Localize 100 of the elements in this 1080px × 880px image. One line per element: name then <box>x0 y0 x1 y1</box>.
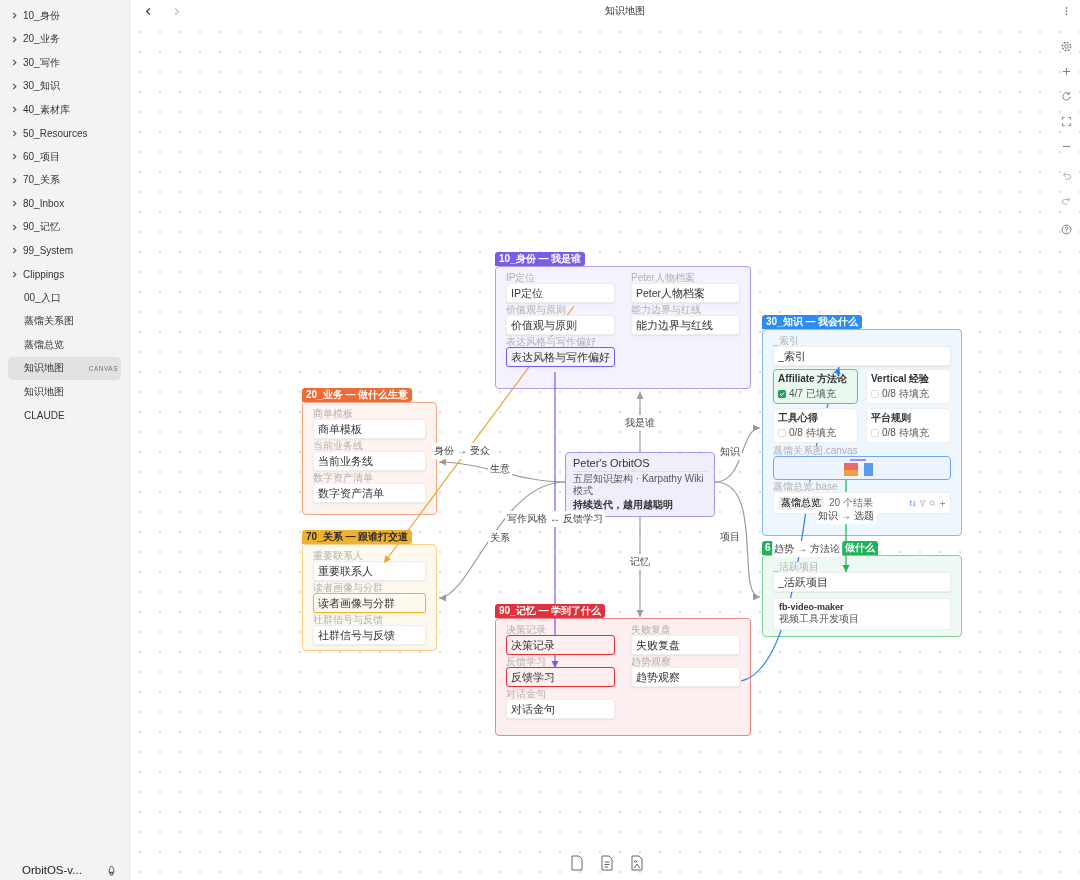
file-tree-item[interactable]: 00_入口 <box>8 286 121 310</box>
note-card[interactable]: 表达风格与写作偏好 <box>506 347 615 367</box>
refresh-icon[interactable] <box>1061 91 1072 102</box>
edge-label: 知识 <box>718 444 742 460</box>
note-card[interactable]: 失败复盘 <box>631 635 740 655</box>
redo-icon[interactable] <box>1061 195 1072 206</box>
file-tree-item[interactable]: 30_知识 <box>8 74 121 98</box>
file-tree-item[interactable]: 知识地图 <box>8 380 121 404</box>
note-label: 重要联系人 <box>313 551 363 561</box>
note-label: 商单模板 <box>313 409 353 419</box>
chevron-right-icon <box>11 12 18 20</box>
zoom-in-icon[interactable] <box>1061 66 1072 77</box>
progress-card[interactable]: 工具心得 0/8 待填充 <box>773 408 858 443</box>
view-title: 知识地图 <box>604 4 645 18</box>
note-card[interactable]: _活跃项目 <box>773 572 951 592</box>
file-tree-item[interactable]: 70_关系 <box>8 168 121 192</box>
edge-label: 写作风格 ↔ 反馈学习 <box>505 511 605 527</box>
group-label[interactable]: 70_关系 — 跟谁打交道 <box>302 530 413 544</box>
edge-label: 记忆 <box>628 554 652 570</box>
plus-icon[interactable] <box>939 499 946 507</box>
note-label: IP定位 <box>506 273 536 283</box>
note-card[interactable]: 读者画像与分群 <box>313 593 426 613</box>
note-card[interactable]: _索引 <box>773 346 951 366</box>
note-label: 价值观与原则 <box>506 305 566 315</box>
note-label: 失败复盘 <box>631 625 671 635</box>
vault-name[interactable]: OrbitOS-v... <box>22 864 82 876</box>
edge-label: 项目 <box>718 529 742 545</box>
progress-card[interactable]: Affiliate 方法论 4/7 已填充 <box>773 369 858 404</box>
chevron-right-icon <box>11 270 18 278</box>
edge-label: 知识 → 选题 <box>816 508 876 524</box>
file-tree-item[interactable]: Clippings <box>8 262 121 286</box>
note-label: 社群信号与反馈 <box>313 615 383 625</box>
note-card[interactable]: 社群信号与反馈 <box>313 625 426 645</box>
file-tree-item[interactable]: 蒸馏总览 <box>8 333 121 357</box>
image-file-icon[interactable] <box>630 855 644 871</box>
chevron-right-icon <box>11 223 18 231</box>
file-tree-item[interactable]: 50_Resources <box>8 121 121 145</box>
note-card[interactable]: 价值观与原则 <box>506 315 615 335</box>
fullscreen-icon[interactable] <box>1061 116 1072 127</box>
group-label[interactable]: 10_身份 — 我是谁 <box>495 252 586 266</box>
chevron-right-icon <box>11 176 18 184</box>
canvas-embed[interactable] <box>773 456 951 480</box>
file-tree-item[interactable]: 60_项目 <box>8 145 121 169</box>
edge-label: 关系 <box>488 530 512 546</box>
chevron-right-icon <box>11 35 18 43</box>
note-card[interactable]: 决策记录 <box>506 635 615 655</box>
file-tree-item[interactable]: 40_素材库 <box>8 98 121 122</box>
view-chip[interactable]: 蒸馏总览 <box>778 496 824 510</box>
group-label[interactable]: 90_记忆 — 学到了什么 <box>495 604 606 618</box>
note-card[interactable]: 能力边界与红线 <box>631 315 740 335</box>
file-tree-item[interactable]: 90_记忆 <box>8 215 121 239</box>
file-tree-item[interactable]: 99_System <box>8 239 121 263</box>
embed-label: 蒸馏总览.base <box>773 482 838 492</box>
more-options-icon[interactable] <box>1065 6 1068 16</box>
note-card[interactable]: IP定位 <box>506 283 615 303</box>
new-note-icon[interactable] <box>570 855 584 871</box>
chevron-right-icon <box>11 200 18 208</box>
project-card[interactable]: fb-video-maker 视频工具开发项目 <box>773 598 951 630</box>
note-card[interactable]: 重要联系人 <box>313 561 426 581</box>
edge-label: 我是谁 <box>623 415 657 431</box>
filter-icon[interactable] <box>919 499 926 507</box>
sort-icon[interactable] <box>909 499 916 507</box>
note-card[interactable]: Peter人物档案 <box>631 283 740 303</box>
note-label: 反馈学习 <box>506 657 546 667</box>
file-tree-item[interactable]: 30_写作 <box>8 51 121 75</box>
forward-icon[interactable] <box>172 6 181 16</box>
note-card[interactable]: 数字资产清单 <box>313 483 426 503</box>
undo-icon[interactable] <box>1061 170 1072 181</box>
note-card[interactable]: 对话金句 <box>506 699 615 719</box>
note-label: 表达风格与写作偏好 <box>506 337 596 347</box>
file-tree-item[interactable]: 蒸馏关系图 <box>8 309 121 333</box>
node-tagline: 持续迭代，越用越聪明 <box>573 498 674 512</box>
node-title: Peter's OrbitOS <box>573 457 707 472</box>
note-label: 数字资产清单 <box>313 473 373 483</box>
file-tree-item[interactable]: CLAUDE <box>8 403 121 427</box>
note-card[interactable]: 趋势观察 <box>631 667 740 687</box>
chevron-right-icon <box>11 247 18 255</box>
file-tree-item[interactable]: 20_业务 <box>8 27 121 51</box>
note-card[interactable]: 当前业务线 <box>313 451 426 471</box>
file-tree-item[interactable]: 10_身份 <box>8 4 121 28</box>
note-label: 读者画像与分群 <box>313 583 383 593</box>
note-label: 对话金句 <box>506 689 546 699</box>
progress-card[interactable]: Vertical 经验 0/8 待填充 <box>866 369 951 404</box>
embed-label: 蒸馏关系图.canvas <box>773 446 858 456</box>
note-label: 当前业务线 <box>313 441 363 451</box>
note-card[interactable]: 反馈学习 <box>506 667 615 687</box>
file-tree-item[interactable]: 80_Inbox <box>8 192 121 216</box>
settings-icon[interactable] <box>1061 41 1072 52</box>
note-label: 能力边界与红线 <box>631 305 701 315</box>
search-icon[interactable] <box>929 499 936 507</box>
note-card[interactable]: 商单模板 <box>313 419 426 439</box>
note-label: 趋势观察 <box>631 657 671 667</box>
chevron-right-icon <box>11 59 18 67</box>
file-icon[interactable] <box>600 855 614 871</box>
result-count: 20 个结果 <box>829 496 873 510</box>
progress-card[interactable]: 平台规则 0/8 待填充 <box>866 408 951 443</box>
chevron-right-icon <box>11 153 18 161</box>
empty-checkbox-icon <box>871 390 879 398</box>
back-icon[interactable] <box>144 6 153 16</box>
note-label: 决策记录 <box>506 625 546 635</box>
